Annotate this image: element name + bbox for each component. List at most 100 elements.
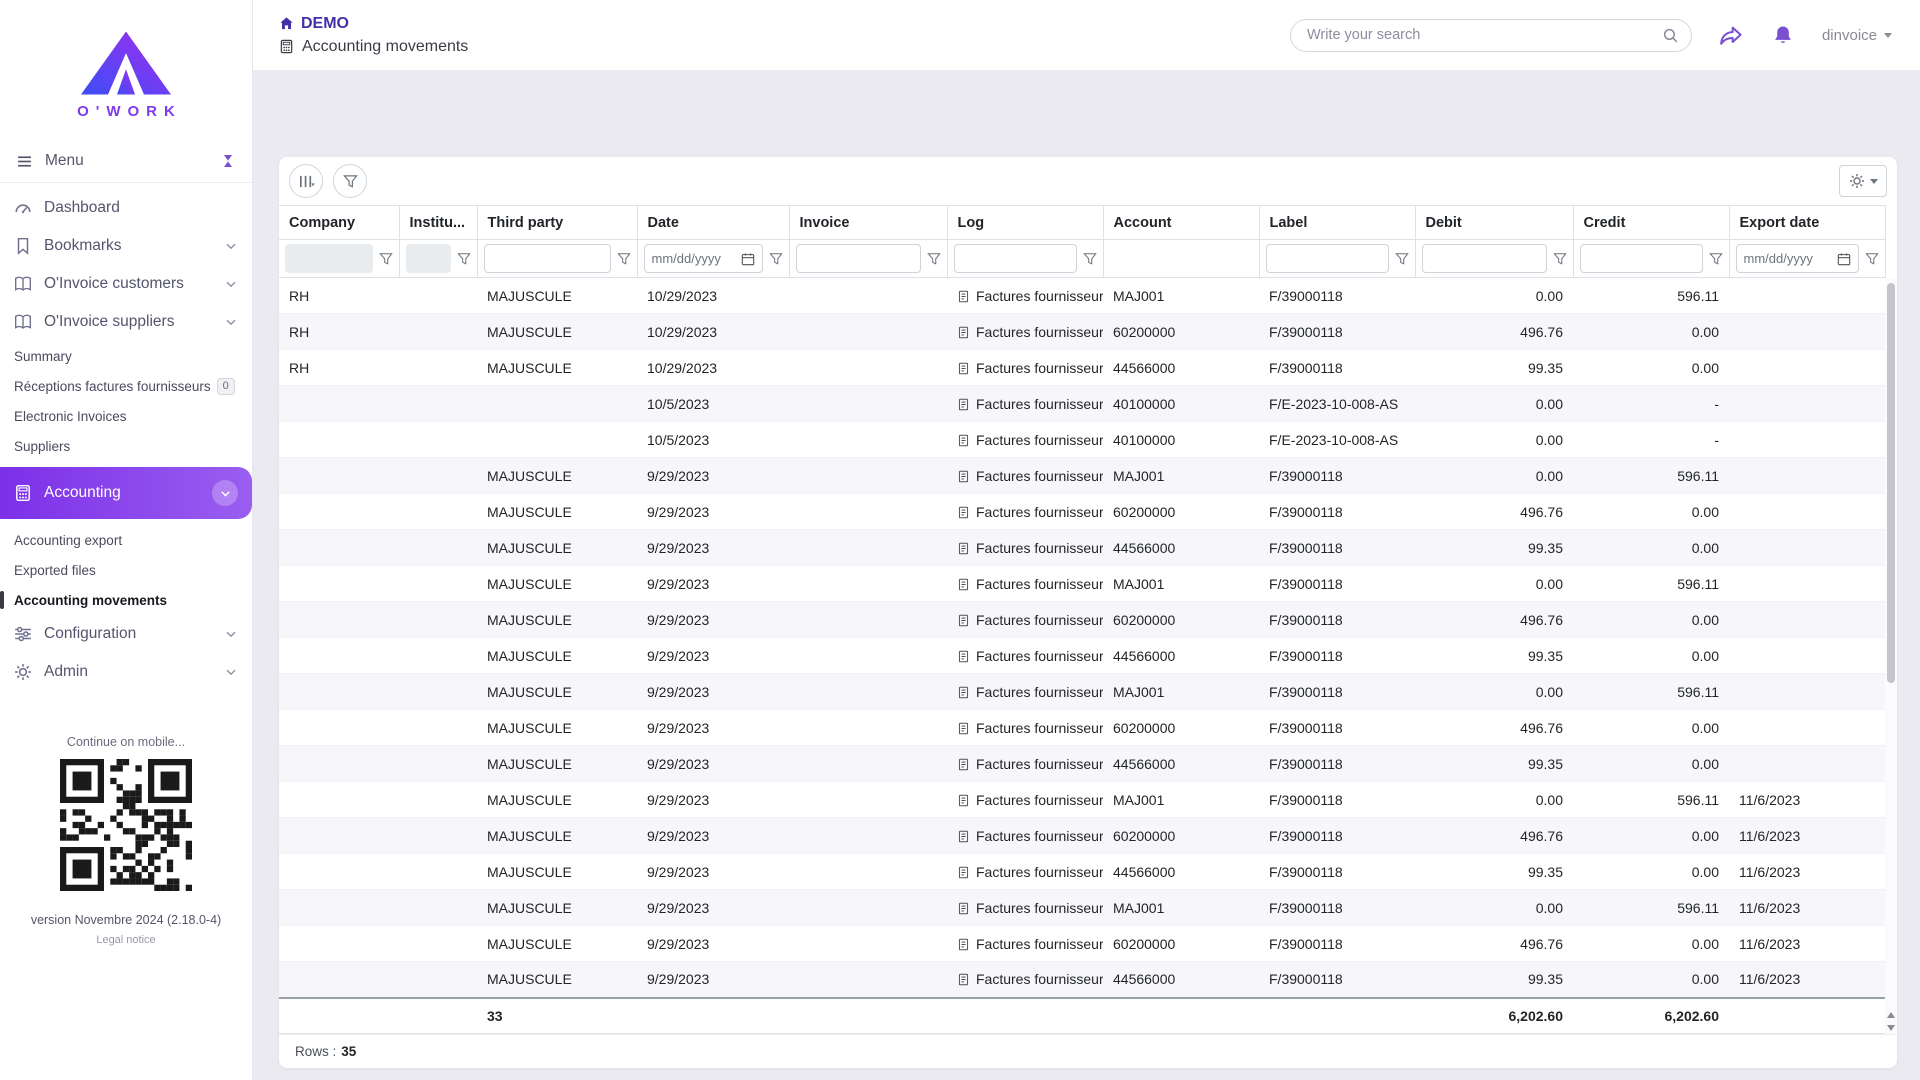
filter-date-date[interactable]: mm/dd/yyyy — [644, 244, 763, 273]
sidebar-item-configuration[interactable]: Configuration — [0, 615, 252, 653]
sidebar-item-label: O'Invoice customers — [44, 275, 184, 293]
funnel-icon[interactable] — [617, 252, 631, 266]
table-row[interactable]: 10/5/2023Factures fournisseurs40100000F/… — [279, 386, 1885, 422]
sidebar-item-accounting-movements[interactable]: Accounting movements — [0, 585, 252, 615]
filter-input-invoice[interactable] — [796, 244, 921, 273]
cell-account: 44566000 — [1103, 530, 1259, 566]
vertical-scrollbar[interactable] — [1885, 278, 1897, 1034]
funnel-icon[interactable] — [1553, 252, 1567, 266]
table-settings-button[interactable] — [1839, 165, 1887, 197]
table-row[interactable]: MAJUSCULE9/29/2023Factures fournisseursM… — [279, 782, 1885, 818]
table-row[interactable]: MAJUSCULE9/29/2023Factures fournisseurs6… — [279, 926, 1885, 962]
table-row[interactable]: RHMAJUSCULE10/29/2023Factures fournisseu… — [279, 278, 1885, 314]
legal-notice-link[interactable]: Legal notice — [0, 934, 252, 946]
table-row[interactable]: RHMAJUSCULE10/29/2023Factures fournisseu… — [279, 314, 1885, 350]
sidebar-item-exported-files[interactable]: Exported files — [0, 555, 252, 585]
filter-toggle-button[interactable] — [333, 164, 367, 198]
filter-input-third_party[interactable] — [484, 244, 611, 273]
sidebar-item-accounting-export[interactable]: Accounting export — [0, 525, 252, 555]
funnel-icon[interactable] — [927, 252, 941, 266]
column-header-account[interactable]: Account — [1103, 206, 1259, 240]
cell-company — [279, 422, 399, 458]
funnel-icon[interactable] — [1709, 252, 1723, 266]
scroll-down-button[interactable] — [1886, 1023, 1896, 1032]
cell-debit: 99.35 — [1415, 350, 1573, 386]
user-menu[interactable]: dinvoice — [1822, 27, 1892, 44]
column-chooser-button[interactable] — [289, 164, 323, 198]
sidebar-menu-toggle[interactable]: Menu — [0, 140, 252, 182]
sidebar-item-receptions-factures[interactable]: Réceptions factures fournisseurs 0 — [0, 371, 252, 401]
share-button[interactable] — [1718, 22, 1744, 48]
column-header-credit[interactable]: Credit — [1573, 206, 1729, 240]
sidebar-item-electronic-invoices[interactable]: Electronic Invoices — [0, 401, 252, 431]
sidebar-item-dashboard[interactable]: Dashboard — [0, 189, 252, 227]
breadcrumb-root[interactable]: DEMO — [279, 15, 468, 33]
funnel-icon[interactable] — [379, 252, 393, 266]
scroll-up-button[interactable] — [1886, 1010, 1896, 1019]
sidebar-item-bookmarks[interactable]: Bookmarks — [0, 227, 252, 265]
column-header-debit[interactable]: Debit — [1415, 206, 1573, 240]
table-row[interactable]: MAJUSCULE9/29/2023Factures fournisseurs6… — [279, 602, 1885, 638]
funnel-icon[interactable] — [769, 252, 783, 266]
cell-account: 44566000 — [1103, 350, 1259, 386]
column-header-company[interactable]: Company — [279, 206, 399, 240]
table-row[interactable]: MAJUSCULE9/29/2023Factures fournisseurs6… — [279, 818, 1885, 854]
column-header-export_date[interactable]: Export date — [1729, 206, 1885, 240]
sidebar-item-oinvoice-suppliers[interactable]: O'Invoice suppliers — [0, 303, 252, 341]
calendar-icon[interactable] — [1837, 252, 1851, 266]
filter-input-credit[interactable] — [1580, 244, 1703, 273]
filter-input-debit[interactable] — [1422, 244, 1547, 273]
sidebar-item-summary[interactable]: Summary — [0, 341, 252, 371]
column-header-log[interactable]: Log — [947, 206, 1103, 240]
funnel-icon[interactable] — [1083, 252, 1097, 266]
sidebar-item-oinvoice-customers[interactable]: O'Invoice customers — [0, 265, 252, 303]
column-header-institution[interactable]: Institu... — [399, 206, 477, 240]
cell-credit: 596.11 — [1573, 458, 1729, 494]
cell-credit: 0.00 — [1573, 818, 1729, 854]
calendar-icon[interactable] — [741, 252, 755, 266]
table-row[interactable]: MAJUSCULE9/29/2023Factures fournisseurs6… — [279, 494, 1885, 530]
funnel-icon[interactable] — [1395, 252, 1409, 266]
filter-input-log[interactable] — [954, 244, 1077, 273]
table-row[interactable]: MAJUSCULE9/29/2023Factures fournisseursM… — [279, 566, 1885, 602]
notifications-button[interactable] — [1770, 22, 1796, 48]
filter-date-export_date[interactable]: mm/dd/yyyy — [1736, 244, 1859, 273]
summary-row: 336,202.606,202.60 — [279, 998, 1885, 1034]
cell-company — [279, 782, 399, 818]
column-header-third_party[interactable]: Third party — [477, 206, 637, 240]
cell-export_date — [1729, 566, 1885, 602]
column-header-invoice[interactable]: Invoice — [789, 206, 947, 240]
table-row[interactable]: MAJUSCULE9/29/2023Factures fournisseurs4… — [279, 854, 1885, 890]
filter-row: mm/dd/yyyy mm/dd/yyyy — [279, 240, 1885, 278]
table-row[interactable]: MAJUSCULE9/29/2023Factures fournisseursM… — [279, 890, 1885, 926]
table-row[interactable]: RHMAJUSCULE10/29/2023Factures fournisseu… — [279, 350, 1885, 386]
sidebar: O'WORK Menu Dashboard Bookmarks O'Invoic… — [0, 0, 253, 1080]
table-row[interactable]: MAJUSCULE9/29/2023Factures fournisseurs4… — [279, 746, 1885, 782]
funnel-icon[interactable] — [1865, 252, 1879, 266]
hourglass-pin-icon[interactable] — [220, 153, 236, 169]
main-area: DEMO Accounting movements — [253, 0, 1920, 1080]
table-row[interactable]: MAJUSCULE9/29/2023Factures fournisseurs4… — [279, 530, 1885, 566]
scrollbar-thumb[interactable] — [1887, 283, 1895, 683]
search-input[interactable] — [1290, 19, 1692, 52]
table-row[interactable]: MAJUSCULE9/29/2023Factures fournisseursM… — [279, 458, 1885, 494]
table-row[interactable]: MAJUSCULE9/29/2023Factures fournisseursM… — [279, 674, 1885, 710]
document-icon — [957, 794, 970, 807]
column-header-label[interactable]: Label — [1259, 206, 1415, 240]
sidebar-item-admin[interactable]: Admin — [0, 653, 252, 691]
chevron-down-icon — [1884, 33, 1892, 38]
column-header-date[interactable]: Date — [637, 206, 789, 240]
sidebar-item-suppliers[interactable]: Suppliers — [0, 431, 252, 461]
cell-log: Factures fournisseurs — [947, 782, 1103, 818]
cell-company — [279, 962, 399, 998]
table-row[interactable]: MAJUSCULE9/29/2023Factures fournisseurs6… — [279, 710, 1885, 746]
app-logo[interactable]: O'WORK — [0, 0, 252, 140]
sidebar-item-accounting[interactable]: Accounting — [0, 467, 252, 519]
filter-input-label[interactable] — [1266, 244, 1389, 273]
table-row[interactable]: MAJUSCULE9/29/2023Factures fournisseurs4… — [279, 962, 1885, 998]
funnel-icon[interactable] — [457, 252, 471, 266]
search-icon[interactable] — [1662, 27, 1679, 44]
table-row[interactable]: MAJUSCULE9/29/2023Factures fournisseurs4… — [279, 638, 1885, 674]
topbar: DEMO Accounting movements — [253, 0, 1920, 70]
table-row[interactable]: 10/5/2023Factures fournisseurs40100000F/… — [279, 422, 1885, 458]
